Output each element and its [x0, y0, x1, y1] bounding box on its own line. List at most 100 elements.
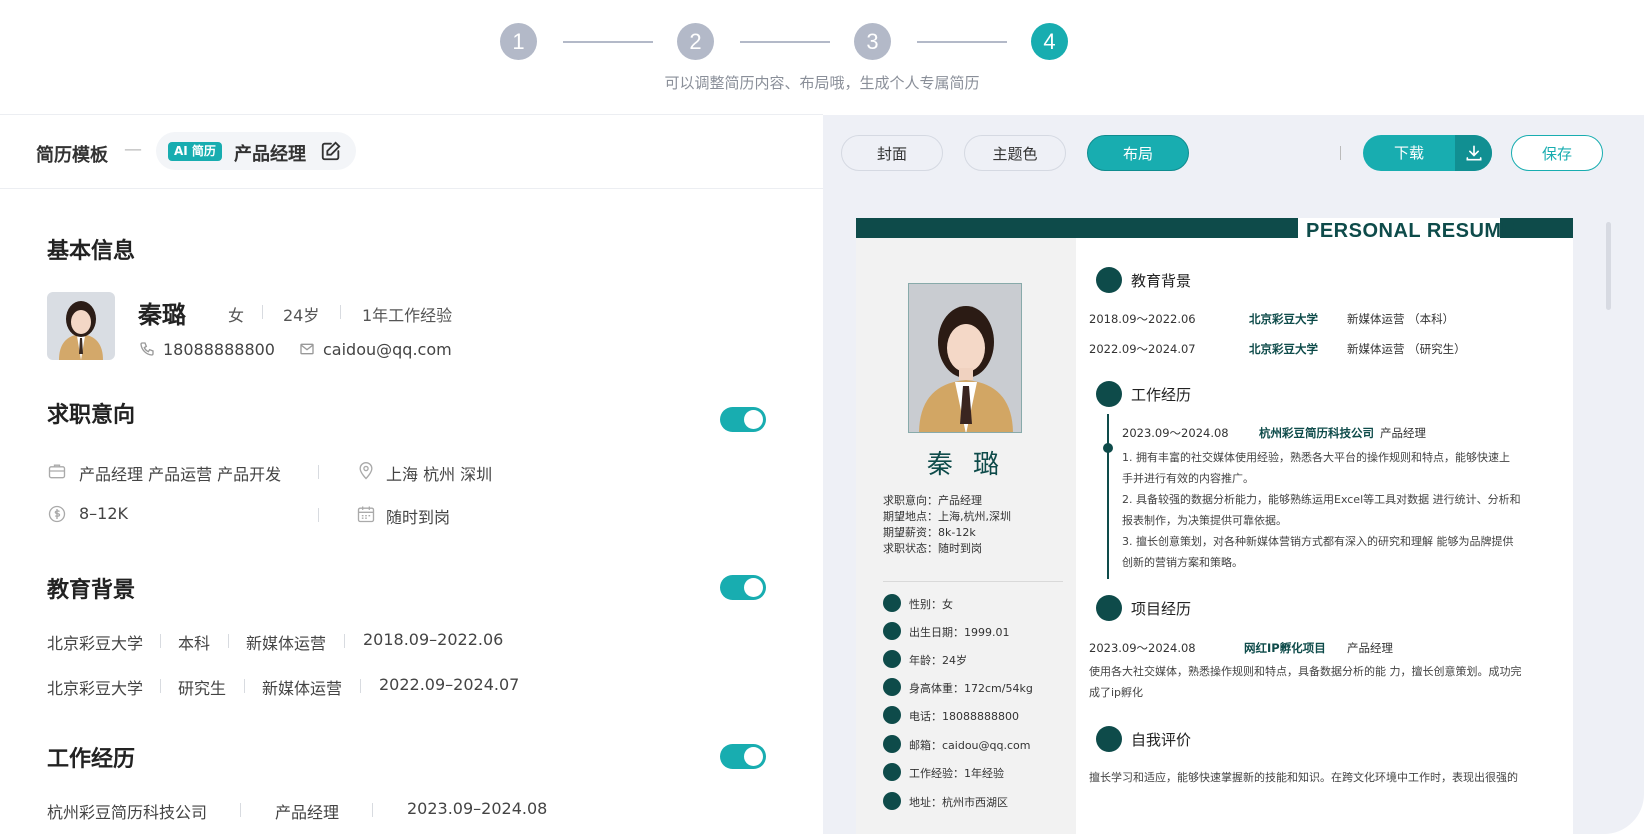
location-icon	[883, 792, 901, 810]
resume-intent-line: 求职意向：产品经理	[883, 494, 982, 507]
section-basic-info-title: 基本信息	[47, 233, 135, 265]
step-hint: 可以调整简历内容、布局哦，生成个人专属简历	[664, 74, 980, 92]
edit-icon[interactable]	[320, 140, 342, 162]
preview-scrollbar[interactable]	[1606, 222, 1611, 310]
template-name: 产品经理	[234, 144, 306, 165]
work-experience: 1年工作经验	[362, 306, 453, 325]
expected-salary: 8–12K	[79, 504, 129, 523]
step-4[interactable]: 4	[1031, 23, 1068, 60]
separator	[360, 679, 361, 693]
resume-intent-line: 期望薪资：8k-12k	[883, 526, 976, 539]
resume-work-role: 产品经理	[1380, 426, 1426, 440]
work-toggle[interactable]	[720, 744, 766, 769]
resume-intent-line: 求职状态：随时到岗	[883, 542, 982, 555]
resume-work-point: 报表制作，为决策提供可靠依据。	[1122, 514, 1287, 527]
separator	[228, 634, 229, 648]
resume-work-company: 杭州彩豆简历科技公司	[1259, 426, 1374, 440]
layout-button[interactable]: 布局	[1087, 135, 1189, 171]
resume-edu-major: 新媒体运营 （研究生）	[1347, 342, 1466, 356]
birthday-icon	[883, 622, 901, 640]
separator	[160, 634, 161, 648]
separator	[372, 803, 373, 817]
separator	[240, 803, 241, 817]
resume-photo	[908, 283, 1022, 433]
resume-project-desc: 使用各大社交媒体，熟悉操作规则和特点，具备数据分析的能 力，擅长创意策划。成功完	[1089, 665, 1522, 678]
candidate-name: 秦璐	[138, 301, 186, 329]
job-intent-toggle[interactable]	[720, 407, 766, 432]
resume-name: 秦 璐	[926, 450, 1006, 480]
work-period: 2023.09–2024.08	[407, 799, 548, 818]
resume-self-desc: 擅长学习和适应，能够快速掌握新的技能和知识。在跨文化环境中工作时，表现出很强的	[1089, 771, 1518, 784]
separator	[340, 305, 341, 319]
graduation-cap-icon	[1096, 267, 1122, 293]
resume-sidebar: 秦 璐 求职意向：产品经理 期望地点：上海,杭州,深圳 期望薪资：8k-12k …	[856, 238, 1076, 834]
cover-button[interactable]: 封面	[841, 135, 943, 171]
resume-banner-title: PERSONAL RESUME	[1306, 220, 1516, 242]
resume-work-point: 1. 拥有丰富的社交媒体使用经验，熟悉各大平台的操作规则和特点，能够快速上	[1122, 451, 1510, 464]
briefcase-icon	[883, 763, 901, 781]
section-job-intent-title: 求职意向	[47, 397, 135, 429]
theme-color-button[interactable]: 主题色	[964, 135, 1066, 171]
avatar[interactable]	[47, 292, 115, 360]
resume-work-period: 2023.09～2024.08	[1122, 426, 1229, 440]
resume-work-point: 创新的营销方案和策略。	[1122, 556, 1243, 569]
timeline-icon	[1096, 381, 1122, 407]
folder-icon	[1096, 595, 1122, 621]
mail-icon	[883, 735, 901, 753]
download-icon[interactable]	[1455, 135, 1492, 171]
work-role: 产品经理	[275, 803, 340, 822]
email-address: caidou@qq.com	[323, 340, 452, 359]
step-3[interactable]: 3	[854, 23, 891, 60]
edu-period: 2018.09–2022.06	[363, 630, 504, 649]
template-header: 简历模板 — AI 简历 产品经理	[0, 115, 823, 189]
target-positions: 产品经理 产品运营 产品开发	[79, 465, 282, 484]
edu-major: 新媒体运营	[246, 634, 327, 653]
step-1[interactable]: 1	[500, 23, 537, 60]
template-selector[interactable]: AI 简历 产品经理	[156, 132, 356, 170]
phone-number: 18088888800	[163, 340, 275, 359]
resume-project-role: 产品经理	[1347, 641, 1393, 655]
resume-preview: PERSONAL RESUME 秦 璐 求职意向：产品经理 期望地点：上海,杭州…	[856, 218, 1573, 834]
availability: 随时到岗	[386, 508, 451, 527]
download-button[interactable]: 下载	[1363, 135, 1492, 171]
gender-icon	[883, 594, 901, 612]
calendar-icon	[883, 650, 901, 668]
edu-period: 2022.09–2024.07	[379, 675, 520, 694]
education-toggle[interactable]	[720, 575, 766, 600]
edu-degree: 研究生	[178, 679, 227, 698]
resume-work-point: 2. 具备较强的数据分析能力，能够熟练运用Excel等工具对数据 进行统计、分析…	[1122, 493, 1521, 506]
ai-resume-badge: AI 简历	[168, 142, 222, 161]
toolbar-separator	[1340, 146, 1341, 160]
timeline-dot	[1103, 443, 1113, 453]
separator	[262, 305, 263, 319]
resume-sidebar-divider	[883, 581, 1063, 582]
separator	[318, 465, 319, 479]
title-dash: —	[124, 139, 142, 160]
resume-edu-period: 2022.09～2024.07	[1089, 342, 1196, 356]
separator	[344, 634, 345, 648]
work-company: 杭州彩豆简历科技公司	[47, 803, 208, 822]
section-work-title: 工作经历	[47, 741, 135, 773]
edu-degree: 本科	[178, 634, 211, 653]
separator	[160, 679, 161, 693]
resume-edu-major: 新媒体运营 （本科）	[1347, 312, 1455, 326]
calendar-icon	[357, 506, 375, 523]
step-2[interactable]: 2	[677, 23, 714, 60]
resume-edu-school: 北京彩豆大学	[1249, 342, 1318, 356]
phone-icon	[883, 706, 901, 724]
edu-major: 新媒体运营	[262, 679, 343, 698]
target-cities: 上海 杭州 深圳	[386, 465, 493, 484]
save-button[interactable]: 保存	[1511, 135, 1603, 171]
template-title: 简历模板	[36, 145, 108, 166]
location-icon	[359, 462, 373, 480]
resume-timeline	[1107, 414, 1109, 579]
salary-icon	[48, 505, 66, 523]
edu-school: 北京彩豆大学	[47, 679, 144, 698]
step-connector	[563, 41, 653, 43]
chat-icon	[1096, 726, 1122, 752]
separator	[244, 679, 245, 693]
resume-edu-school: 北京彩豆大学	[1249, 312, 1318, 326]
resume-edu-period: 2018.09～2022.06	[1089, 312, 1196, 326]
stepper: 1 2 3 4 可以调整简历内容、布局哦，生成个人专属简历	[0, 0, 1644, 115]
resume-project-name: 网红IP孵化项目	[1244, 641, 1326, 655]
